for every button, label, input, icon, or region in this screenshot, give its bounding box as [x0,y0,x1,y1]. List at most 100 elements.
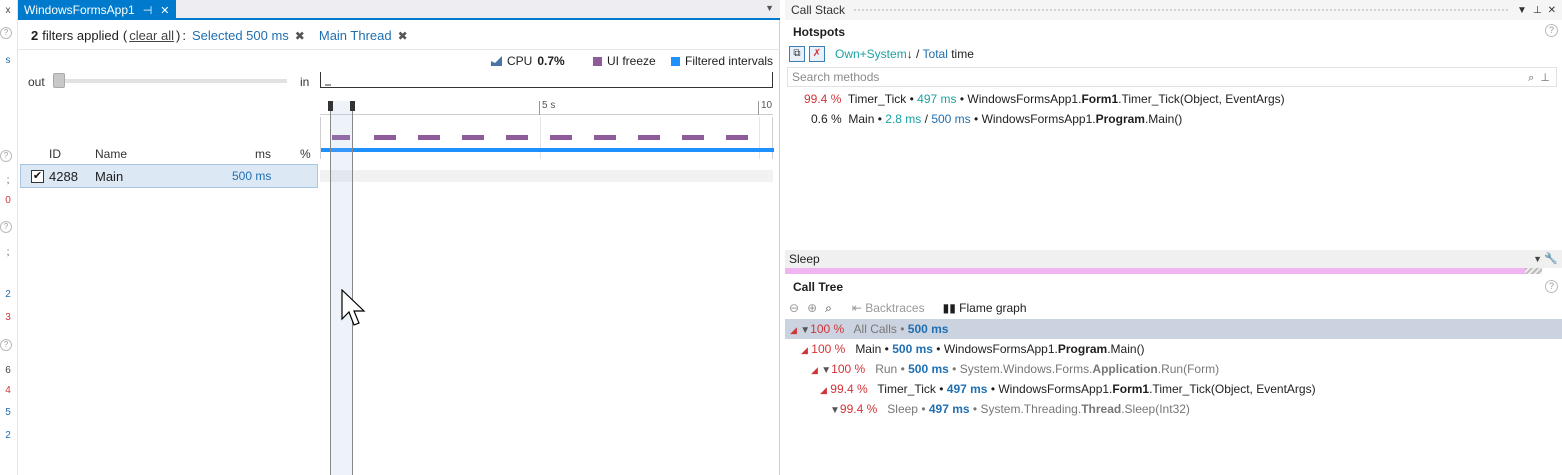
filter-chip-label: Main Thread [318,28,392,43]
ruler-tick [539,101,540,115]
search-icon[interactable]: ⌕ [825,301,832,316]
thread-checkbox[interactable]: ✔ [31,170,44,183]
ui-freeze-interval [726,135,748,140]
thread-name: Main [95,169,124,184]
close-icon[interactable]: ✕ [1548,5,1556,16]
merge-icon[interactable]: ⧉ [789,46,805,62]
thread-row[interactable]: ✔ 4288 Main 500 ms [20,164,318,188]
thread-table-header: ID Name ms % [18,145,318,163]
call-tree-row[interactable]: ◢ 100 % Main • 500 ms • WindowsFormsApp1… [785,339,1555,359]
call-tree-row[interactable]: ◢ 99.4 % Timer_Tick • 497 ms • WindowsFo… [785,379,1555,399]
ui-freeze-interval [462,135,484,140]
help-icon[interactable]: ? [0,27,12,39]
filter-chip-selected[interactable]: Selected 500 ms ✖ [192,28,305,43]
hotspots-toolbar: ⧉ ✗ Own+System↓ / Total time [789,44,1559,64]
filter-chip-label: Selected 500 ms [191,28,289,43]
ruler-label: 5 s [542,100,556,111]
grid-line [540,117,541,159]
zoom-slider-track[interactable] [55,79,287,83]
collapse-icon[interactable]: ◢ [811,365,818,375]
col-ms[interactable]: ms [255,147,271,161]
filtered-interval-bar [321,148,774,152]
gutter-glyph: s [5,55,11,66]
time-mode-selector[interactable]: Own+System↓ / Total time [835,47,974,61]
time-selection[interactable] [328,101,355,475]
selection-end-handle[interactable] [350,101,355,111]
pin-icon[interactable]: ⊥ [1533,5,1542,16]
legend-ui-freeze[interactable]: UI freeze [593,54,656,68]
chevron-down-icon[interactable]: ▼ [1533,250,1542,268]
hotspot-row[interactable]: 0.6 % Main • 2.8 ms / 500 ms • WindowsFo… [785,109,1555,129]
help-icon[interactable]: ? [0,150,12,162]
chevron-down-icon[interactable]: ▼ [765,3,774,13]
zoom-in-label: in [300,75,310,89]
filter-icon: ▼ [830,405,840,416]
document-tabstrip: WindowsFormsApp1 ⊣ ✕ ▼ [18,0,780,20]
ui-freeze-interval [594,135,616,140]
back-icon[interactable]: ⊖ [789,301,799,315]
call-tree-row[interactable]: ▼99.4 % Sleep • 497 ms • System.Threadin… [785,399,1555,419]
pin-icon[interactable]: ⊥ [1540,72,1550,84]
hotspot-row[interactable]: 99.4 % Timer_Tick • 497 ms • WindowsForm… [785,89,1555,109]
ruler-label: 10 [761,100,773,111]
sleep-filter-bar[interactable]: Sleep ▼ 🔧 [785,250,1562,268]
legend-cpu-value: 0.7% [537,54,565,68]
legend-filtered[interactable]: Filtered intervals [671,54,773,68]
close-icon[interactable]: ✕ [160,4,169,17]
col-name[interactable]: Name [95,147,127,161]
legend-cpu[interactable]: CPU 0.7% [491,54,565,68]
wrench-icon[interactable]: 🔧 [1544,250,1558,268]
thread-id: 4288 [49,169,78,184]
gutter-glyph: 2 [5,430,11,441]
timeline-lanes[interactable] [320,117,774,159]
help-icon[interactable]: ? [1545,24,1558,37]
filter-icon: ▼ [800,325,811,336]
gutter-glyph: 2 [5,289,11,300]
collapse-icon[interactable]: ◢ [790,325,797,335]
zoom-slider-thumb[interactable] [53,73,65,88]
ruler-tick [758,101,759,115]
help-icon[interactable]: ? [0,339,12,351]
col-pct[interactable]: % [300,147,311,161]
filter-chip-thread[interactable]: Main Thread ✖ [319,28,408,43]
collapse-icon[interactable]: ◢ [801,345,808,355]
filters-colon: : [182,28,186,43]
gutter-glyph: 6 [5,365,11,376]
search-icon[interactable]: ⌕ [1528,72,1534,84]
panel-title: Call Stack [791,3,846,17]
call-tree-toolbar: ⊖ ⊕ ⌕ ⇤ Backtraces ▮▮ Flame graph [789,299,1027,317]
document-tab[interactable]: WindowsFormsApp1 ⊣ ✕ [18,0,176,20]
help-icon[interactable]: ? [0,221,12,233]
ui-freeze-interval [550,135,572,140]
call-tree-row[interactable]: ◢ ▼100 % All Calls • 500 ms [785,319,1555,339]
ui-freeze-swatch [593,56,602,66]
forward-icon[interactable]: ⊕ [807,301,817,315]
ui-freeze-interval [418,135,440,140]
thread-lane[interactable] [320,170,773,182]
thread-ms: 500 ms [232,169,272,183]
call-tree-row[interactable]: ◢ ▼100 % Run • 500 ms • System.Windows.F… [785,359,1555,379]
call-tree-title: Call Tree [793,280,844,294]
gutter-glyph: ; [6,175,10,186]
collapse-icon[interactable]: ◢ [820,385,827,395]
timeline-overview[interactable] [320,72,773,88]
col-id[interactable]: ID [49,147,61,161]
search-methods-input[interactable]: Search methods ⌕ ⊥ [787,67,1557,87]
clear-all-link[interactable]: clear all [129,28,174,43]
ui-freeze-interval [682,135,704,140]
close-icon[interactable]: ✖ [295,29,305,43]
exclude-filter-icon[interactable]: ✗ [809,46,825,62]
pin-icon[interactable]: ⊣ [143,4,153,17]
chevron-down-icon[interactable]: ▼ [1517,5,1527,16]
flame-graph-button[interactable]: ▮▮ Flame graph [943,301,1027,315]
selection-start-handle[interactable] [328,101,333,111]
close-icon[interactable]: ✖ [398,29,408,43]
document-tab-title: WindowsFormsApp1 [24,3,135,17]
backtraces-button[interactable]: ⇤ Backtraces [852,301,925,315]
legend-filtered-label: Filtered intervals [685,54,774,68]
total-option[interactable]: Total [923,47,948,61]
zoom-out-label: out [28,75,45,89]
own-system-option[interactable]: Own+System [835,47,907,61]
time-ruler[interactable]: 5 s 10 [320,100,773,115]
help-icon[interactable]: ? [1545,280,1558,293]
